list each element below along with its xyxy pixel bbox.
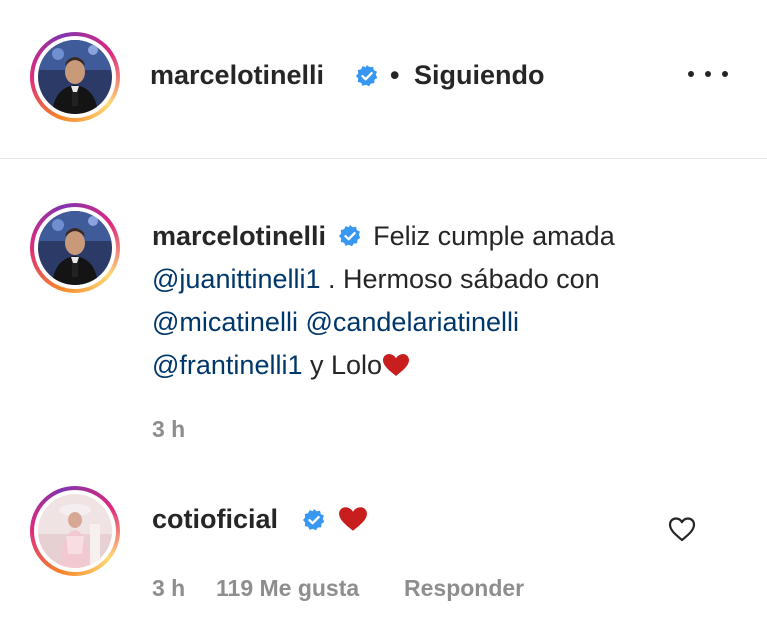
mention-link[interactable]: @juanittinelli1	[152, 264, 321, 294]
separator-dot: •	[390, 60, 400, 90]
caption-text: y Lolo	[310, 350, 383, 380]
caption-text: Feliz cumple amada	[373, 221, 615, 251]
verified-badge-icon	[356, 65, 378, 87]
following-button[interactable]: Siguiendo	[414, 60, 545, 91]
red-heart-icon	[383, 354, 410, 376]
red-heart-icon	[339, 507, 367, 531]
verified-badge-icon	[303, 509, 325, 531]
caption-avatar[interactable]	[30, 203, 120, 293]
mention-link[interactable]: @micatinelli	[152, 307, 298, 337]
more-options-icon[interactable]	[688, 62, 728, 86]
verified-badge-icon	[338, 225, 360, 247]
caption-text: . Hermoso sábado con	[328, 264, 600, 294]
post-caption: marcelotinelli Feliz cumple amada @juani…	[152, 215, 742, 387]
mention-link[interactable]: @frantinelli1	[152, 350, 302, 380]
heart-outline-icon[interactable]	[668, 516, 696, 542]
post-header: marcelotinelli • Siguiendo	[0, 0, 767, 159]
post-author-username[interactable]: marcelotinelli	[150, 60, 324, 91]
comment-likes-count[interactable]: 119 Me gusta	[216, 575, 359, 602]
comment-avatar[interactable]	[30, 486, 120, 576]
caption-timestamp[interactable]: 3 h	[152, 416, 185, 443]
comment-timestamp[interactable]: 3 h	[152, 575, 185, 602]
avatar[interactable]	[30, 32, 120, 122]
caption-username[interactable]: marcelotinelli	[152, 221, 326, 251]
mention-link[interactable]: @candelariatinelli	[305, 307, 519, 337]
reply-button[interactable]: Responder	[404, 575, 524, 602]
comment-username[interactable]: cotioficial	[152, 504, 278, 535]
